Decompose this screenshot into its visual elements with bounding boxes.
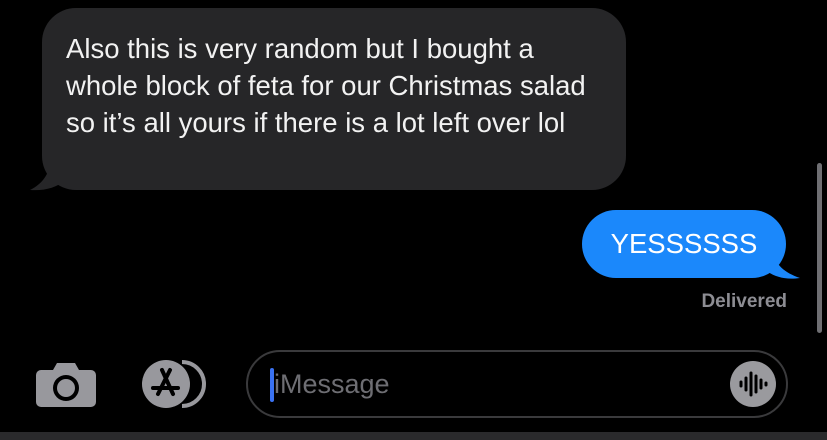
messages-screen: Also this is very random but I bought a … bbox=[0, 0, 827, 440]
audio-message-button[interactable] bbox=[730, 361, 776, 407]
camera-icon bbox=[36, 363, 96, 407]
message-input[interactable] bbox=[274, 362, 694, 406]
bottom-edge-bar bbox=[0, 432, 827, 440]
scroll-indicator[interactable] bbox=[817, 163, 822, 333]
outgoing-message-bubble[interactable]: YESSSSSS bbox=[582, 210, 786, 278]
waveform-icon bbox=[739, 371, 768, 397]
incoming-message-text: Also this is very random but I bought a … bbox=[66, 33, 586, 138]
incoming-bubble-tail bbox=[30, 160, 66, 191]
app-store-button[interactable] bbox=[140, 358, 212, 410]
message-input-field[interactable] bbox=[246, 350, 788, 418]
app-store-icon bbox=[142, 360, 206, 408]
delivery-status: Delivered bbox=[701, 291, 787, 312]
camera-button[interactable] bbox=[35, 362, 97, 408]
incoming-message-bubble[interactable]: Also this is very random but I bought a … bbox=[42, 8, 626, 190]
outgoing-message-text: YESSSSSS bbox=[610, 228, 758, 259]
outgoing-bubble-tail bbox=[768, 250, 800, 279]
